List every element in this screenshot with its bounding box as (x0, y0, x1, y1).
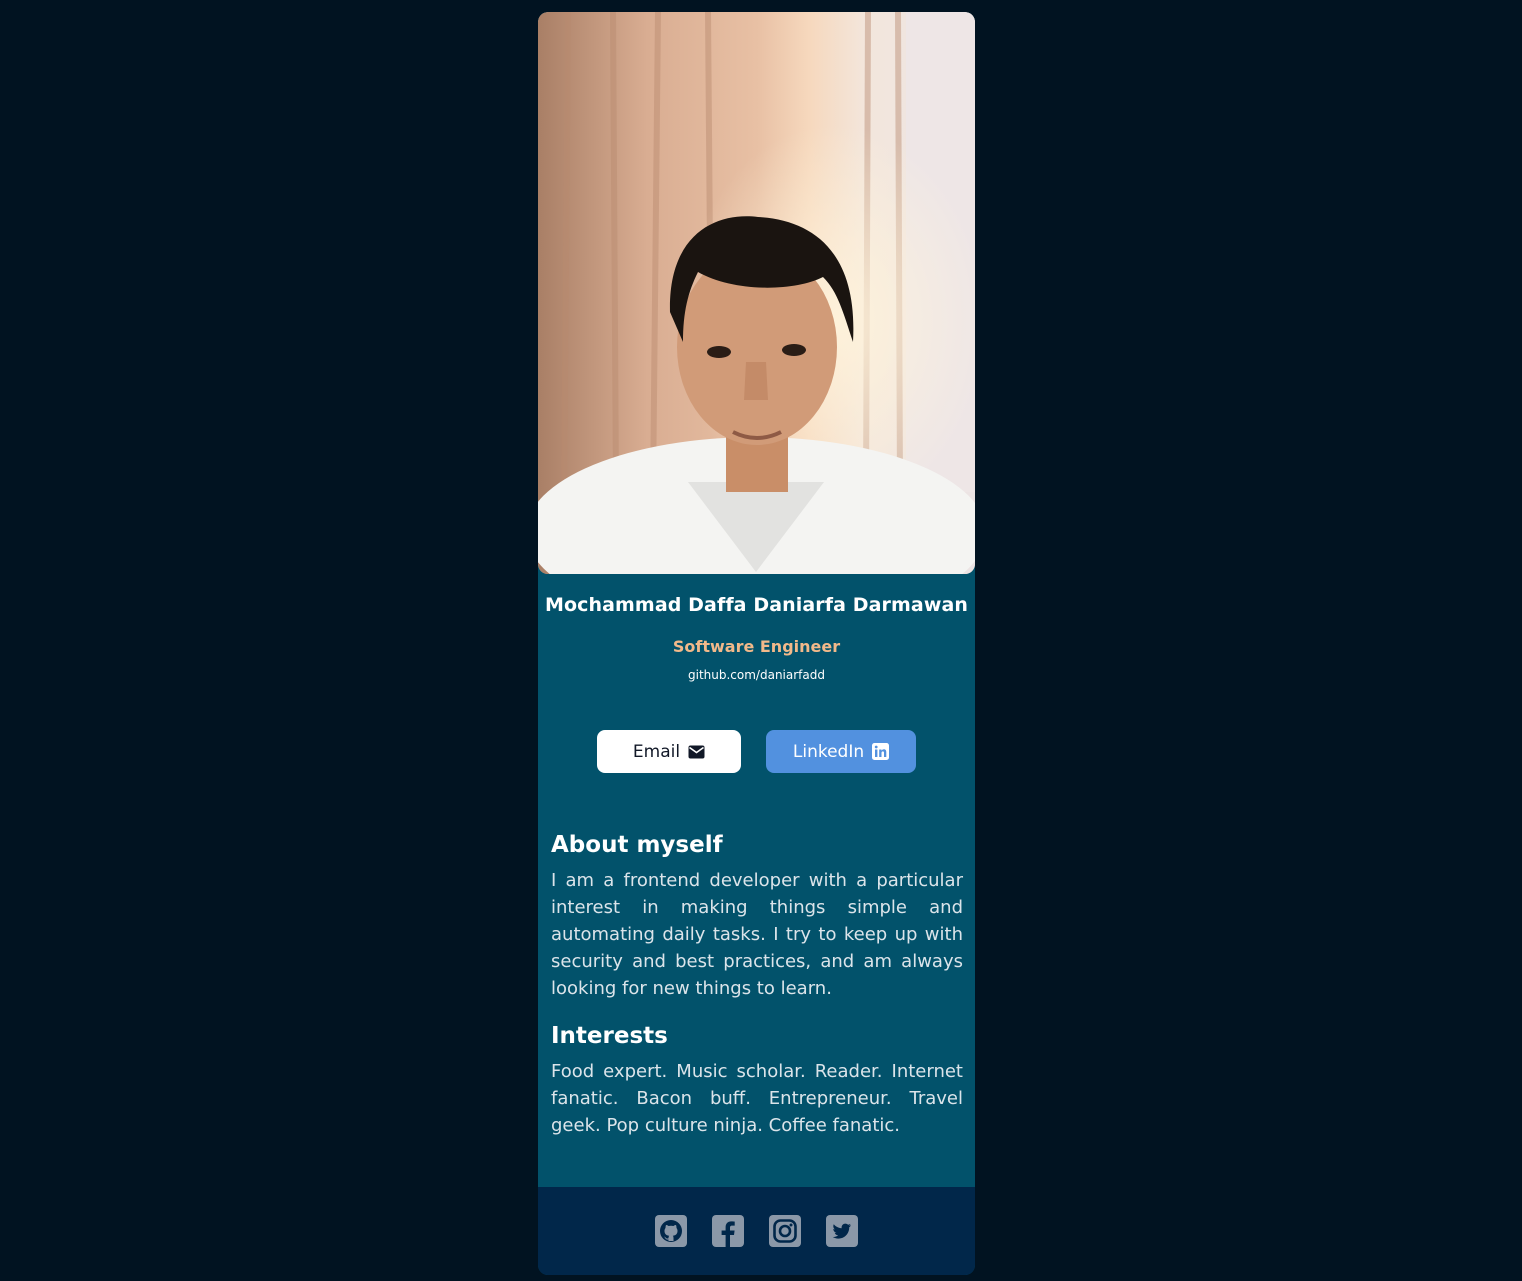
email-button[interactable]: Email (597, 730, 741, 773)
about-title: About myself (551, 832, 723, 858)
facebook-icon[interactable] (712, 1215, 744, 1247)
instagram-icon[interactable] (769, 1215, 801, 1247)
github-icon[interactable] (655, 1215, 687, 1247)
social-footer (538, 1187, 975, 1275)
about-text: I am a frontend developer with a particu… (551, 870, 963, 999)
interests-title: Interests (551, 1023, 668, 1049)
email-button-label: Email (632, 741, 681, 762)
linkedin-button[interactable]: LinkedIn (766, 730, 916, 773)
twitter-icon[interactable] (826, 1215, 858, 1247)
envelope-icon (688, 745, 705, 758)
profile-card: Mochammad Daffa Daniarfa Darmawan Softwa… (538, 12, 975, 1275)
profile-website-link[interactable]: github.com/daniarfadd (538, 668, 975, 682)
profile-role: Software Engineer (672, 637, 841, 656)
profile-name: Mochammad Daffa Daniarfa Darmawan (544, 594, 969, 616)
interests-text: Food expert. Music scholar. Reader. Inte… (551, 1061, 963, 1136)
linkedin-button-label: LinkedIn (792, 741, 865, 762)
profile-photo (538, 12, 975, 574)
linkedin-icon (872, 743, 890, 760)
